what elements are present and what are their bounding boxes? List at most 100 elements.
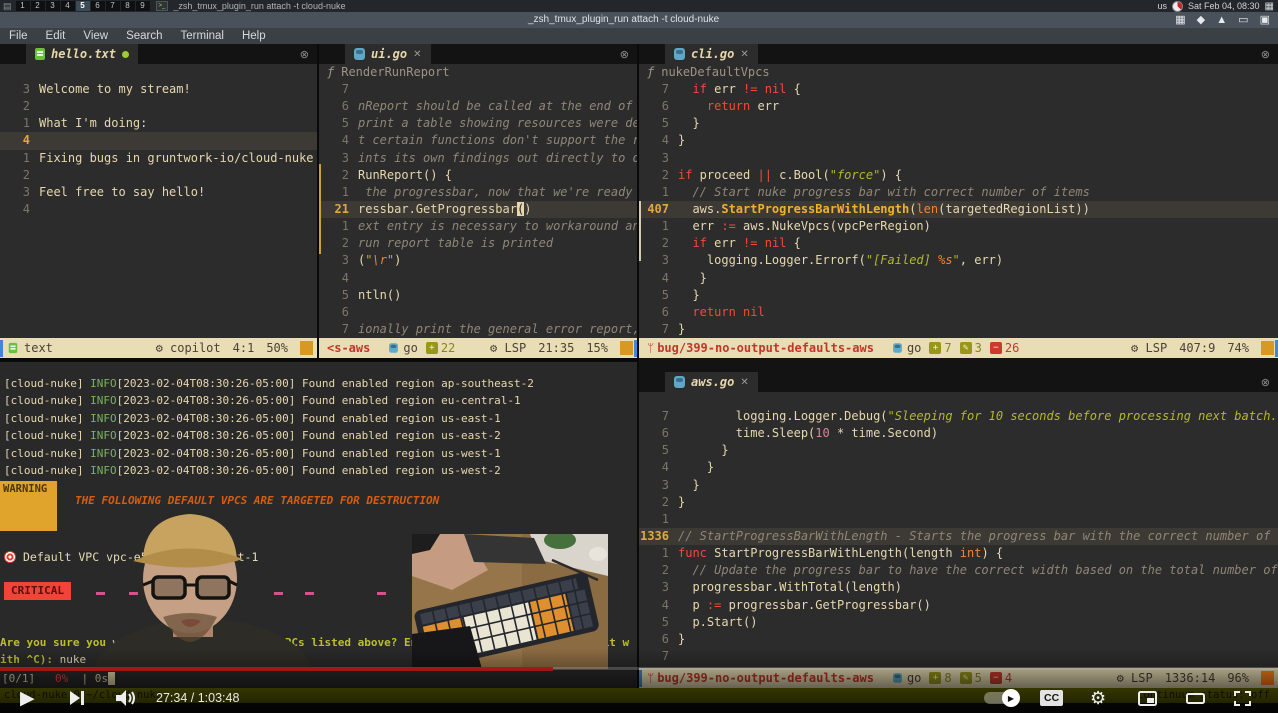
filetype-label: go (403, 341, 417, 355)
window-control-icons[interactable]: ▦ ◆ ▲ ▭ ▣ (1175, 13, 1274, 26)
scrollbar-mark[interactable] (319, 164, 321, 254)
menu-edit[interactable]: Edit (37, 30, 75, 42)
code-line: 3 logging.Logger.Errorf("[Failed] %s", e… (639, 252, 1278, 269)
volume-icon[interactable] (116, 683, 138, 713)
line-number: 1 (639, 511, 678, 528)
tab-cli-go[interactable]: cli.go ✕ (665, 44, 758, 64)
next-button[interactable] (70, 683, 85, 713)
play-button[interactable]: ▶ (20, 683, 35, 713)
code-line: 5 } (639, 442, 1278, 459)
line-number: 7 (319, 321, 358, 338)
text-file-icon (35, 48, 45, 60)
pane-divider[interactable] (0, 358, 639, 362)
workspace-3[interactable]: 3 (46, 1, 60, 11)
line-number: 7 (639, 408, 678, 425)
code-line: 3 (639, 150, 1278, 167)
close-circle-icon[interactable]: ⊗ (1261, 48, 1270, 61)
code-line: 4 (319, 270, 637, 287)
fullscreen-icon[interactable] (1234, 683, 1251, 713)
ui-statusline: <s-aws go +22 ⚙ LSP 21:35 15% (319, 338, 637, 358)
copilot-indicator: ⚙ copilot (156, 341, 221, 355)
line-number: 2 (0, 167, 39, 184)
taskbar-window-title[interactable]: _zsh_tmux_plugin_run attach -t cloud-nuk… (173, 1, 345, 11)
diff-added-count: 22 (441, 341, 455, 355)
code-line: [cloud-nuke] INFO[2023-02-04T08:30:26-05… (4, 445, 534, 462)
webcam-person (85, 509, 335, 669)
menu-help[interactable]: Help (233, 30, 275, 42)
menu-terminal[interactable]: Terminal (172, 30, 233, 42)
workspace-5[interactable]: 5 (76, 1, 90, 11)
line-number: 4 (639, 459, 678, 476)
gear-icon: ⚙ (156, 341, 163, 355)
line-number: 3 (0, 81, 39, 98)
code-line: 2 (0, 167, 317, 184)
git-branch-truncated: <s-aws (327, 341, 370, 355)
line-number: 5 (639, 115, 678, 132)
workspace-1[interactable]: 1 (16, 1, 30, 11)
menu-view[interactable]: View (74, 30, 117, 42)
tab-hello-txt[interactable]: hello.txt (26, 44, 138, 64)
code-line: 5ntln() (319, 287, 637, 304)
code-line: 4 } (639, 459, 1278, 476)
workspace-6[interactable]: 6 (91, 1, 105, 11)
line-number: 1 (319, 184, 358, 201)
code-line: [cloud-nuke] INFO[2023-02-04T08:30:26-05… (4, 462, 534, 479)
aws-tabbar: aws.go ✕ ⊗ (639, 372, 1278, 392)
settings-gear-icon[interactable]: ⚙ (1090, 683, 1106, 713)
pane-aws-go: aws.go ✕ ⊗ 7 logging.Logger.Debug("Sleep… (639, 372, 1278, 688)
filetype-label: text (24, 341, 53, 355)
scrollbar-mark[interactable] (639, 201, 641, 261)
line-number: 5 (319, 115, 358, 132)
tab-ui-go[interactable]: ui.go ✕ (345, 44, 431, 64)
captions-button[interactable]: CC (1040, 683, 1063, 713)
active-window-button[interactable]: _zsh_tmux_plugin_run attach -t cloud-nuk… (528, 14, 719, 25)
code-line: 3 progressbar.WithTotal(length) (639, 579, 1278, 596)
workspace-7[interactable]: 7 (106, 1, 120, 11)
clock[interactable]: Sat Feb 04, 08:30 (1188, 1, 1260, 11)
code-line: 1ext entry is necessary to workaround an… (319, 218, 637, 235)
code-line: 7 if err != nil { (639, 81, 1278, 98)
scroll-indicator (300, 341, 313, 355)
workspace-grid-icon[interactable]: ▦ (1265, 1, 1274, 12)
go-file-icon (674, 376, 685, 388)
menu-file[interactable]: File (0, 30, 37, 42)
go-file-icon (354, 48, 365, 60)
hello-tabbar: hello.txt ⊗ (0, 44, 317, 64)
close-circle-icon[interactable]: ⊗ (1261, 376, 1270, 389)
theater-mode-icon[interactable] (1186, 683, 1205, 713)
line-number: 3 (319, 150, 358, 167)
code-line: [cloud-nuke] INFO[2023-02-04T08:30:26-05… (4, 375, 534, 392)
workspace-8[interactable]: 8 (121, 1, 135, 11)
autoplay-knob-icon: ▶ (1002, 689, 1020, 707)
scroll-indicator (620, 341, 633, 355)
gear-icon: ⚙ (490, 341, 497, 355)
code-line: 3Feel free to say hello! (0, 184, 317, 201)
line-number: 2 (0, 98, 39, 115)
text-file-icon (9, 343, 18, 353)
line-number: 4 (639, 270, 678, 287)
miniplayer-icon[interactable] (1138, 683, 1157, 713)
workspace-9[interactable]: 9 (136, 1, 150, 11)
line-number: 3 (639, 477, 678, 494)
close-circle-icon[interactable]: ⊗ (300, 48, 309, 61)
close-icon[interactable]: ✕ (740, 49, 748, 60)
menu-search[interactable]: Search (117, 30, 171, 42)
line-number: 1 (319, 218, 358, 235)
autoplay-toggle[interactable]: ▶ (984, 683, 1018, 713)
code-line: 3("\r") (319, 252, 637, 269)
workspace-2[interactable]: 2 (31, 1, 45, 11)
code-line: 6 return err (639, 98, 1278, 115)
close-icon[interactable]: ✕ (413, 49, 421, 60)
window-list-icon[interactable]: ▤ (3, 1, 12, 12)
line-number: 1 (0, 115, 39, 132)
tab-aws-go[interactable]: aws.go ✕ (665, 372, 758, 392)
line-number: 2 (319, 167, 358, 184)
terminal-log: [cloud-nuke] INFO[2023-02-04T08:30:26-05… (4, 375, 534, 479)
keyboard-layout-indicator[interactable]: us (1157, 1, 1167, 11)
close-circle-icon[interactable]: ⊗ (620, 48, 629, 61)
warning-badge: WARNING (0, 481, 57, 531)
workspace-4[interactable]: 4 (61, 1, 75, 11)
close-icon[interactable]: ✕ (740, 377, 748, 388)
code-line: 7 logging.Logger.Debug("Sleeping for 10 … (639, 408, 1278, 425)
tray-wheel-icon[interactable] (1172, 1, 1183, 12)
